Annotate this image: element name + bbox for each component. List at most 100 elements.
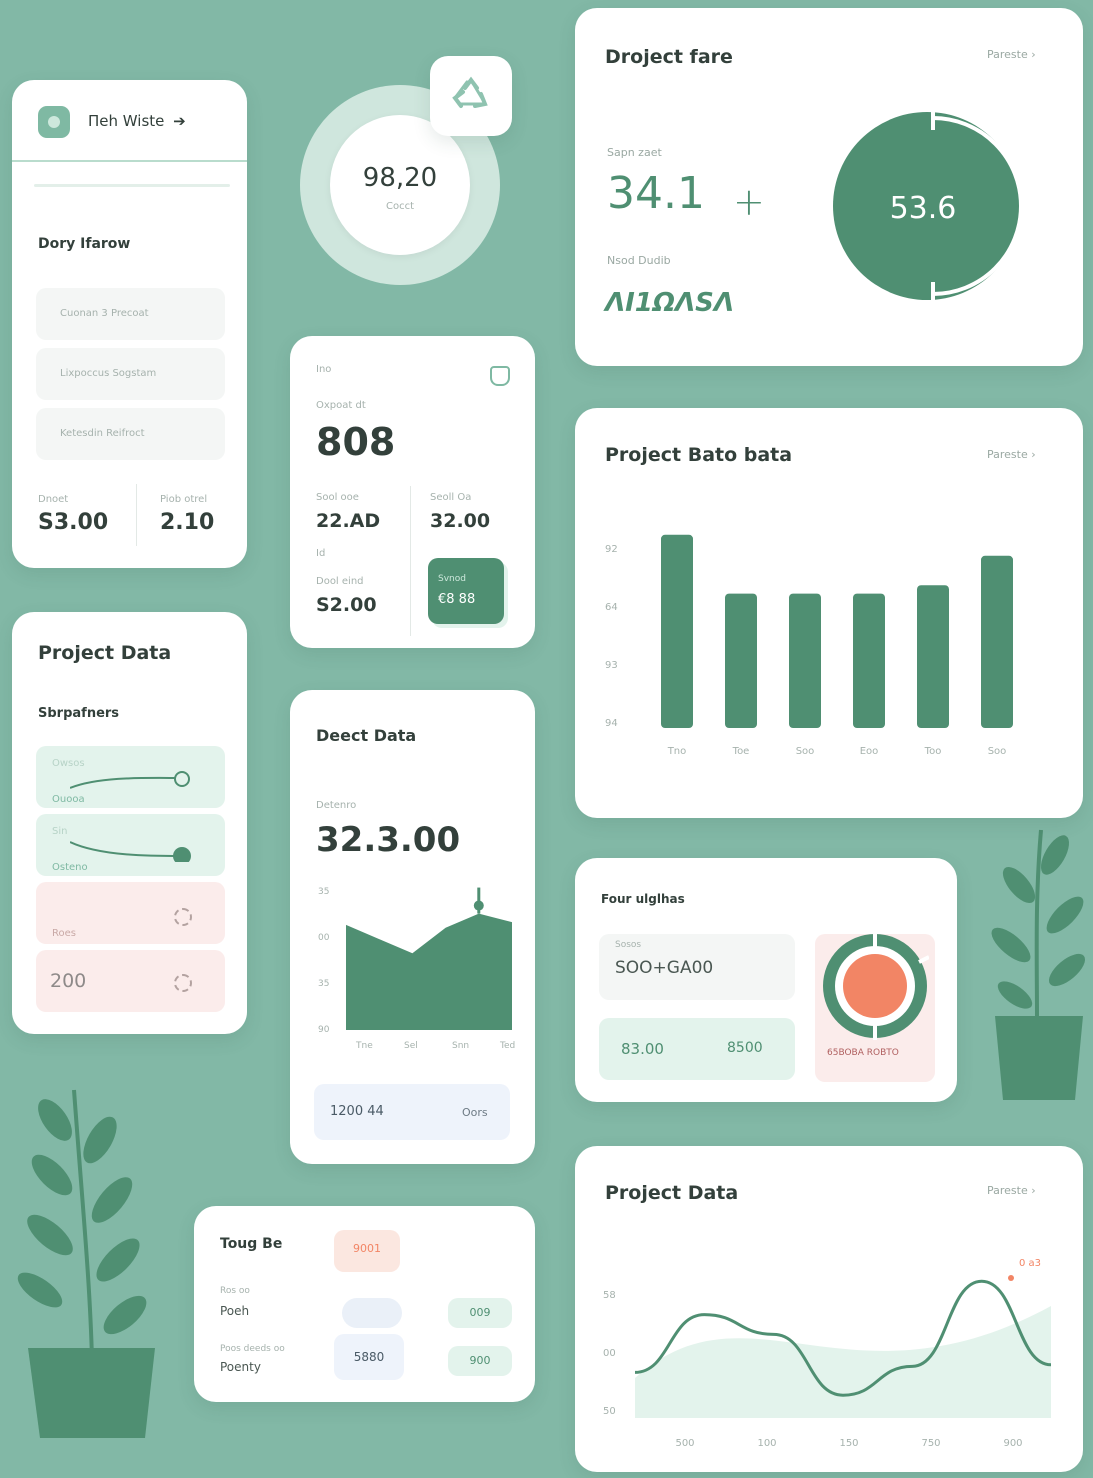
- card-link[interactable]: Pareste ›: [987, 1184, 1036, 1197]
- slider-row[interactable]: Sin Osteno: [36, 814, 225, 876]
- x-tick-label: Ted: [499, 1041, 515, 1051]
- y-tick-label: 35: [318, 887, 329, 897]
- bar[interactable]: [661, 534, 693, 728]
- card-title: Droject fare: [605, 46, 733, 68]
- plus-icon: +: [733, 180, 765, 224]
- option-row[interactable]: 200: [36, 950, 225, 1012]
- x-tick-label: Too: [924, 746, 942, 757]
- x-tick-label: Sel: [404, 1041, 418, 1051]
- donut-value: 53.6: [890, 191, 957, 226]
- cell-value: 22.AD: [316, 510, 381, 532]
- stat-value: 2.10: [160, 510, 215, 535]
- bar[interactable]: [725, 593, 757, 728]
- x-tick-label: Snn: [452, 1041, 469, 1051]
- slider-track[interactable]: [70, 766, 200, 796]
- row-badge[interactable]: 009: [448, 1298, 512, 1328]
- chevron-right-icon: ›: [1031, 48, 1036, 61]
- y-tick-label: 94: [605, 718, 618, 729]
- ring-label: Cocct: [385, 201, 415, 212]
- user-name-link[interactable]: Пeh Wiste ➔: [88, 112, 186, 130]
- chevron-right-icon: ›: [1031, 1184, 1036, 1197]
- footer-bar[interactable]: 1200 44 Oors: [314, 1084, 510, 1140]
- chevron-right-icon: ➔: [173, 112, 186, 130]
- stat-value: S3.00: [38, 510, 109, 535]
- list-item[interactable]: Lixpoccus Sogstam: [36, 348, 225, 400]
- bar[interactable]: [917, 585, 949, 728]
- top-badge[interactable]: 9001: [334, 1230, 400, 1272]
- x-tick-label: 150: [839, 1438, 858, 1449]
- y-tick-label: 50: [603, 1406, 616, 1417]
- cell-label: Seoll Oa: [430, 492, 472, 503]
- bar[interactable]: [789, 593, 821, 728]
- shield-icon[interactable]: [490, 366, 510, 386]
- metric-value: 32.3.00: [316, 820, 461, 860]
- x-tick-label: 500: [675, 1438, 694, 1449]
- bar[interactable]: [853, 593, 885, 728]
- toug-card: Toug Be 9001 Ros oo Poeh 009 Poos deeds …: [194, 1206, 535, 1402]
- value-box[interactable]: Sosos SOO+GA00: [599, 934, 795, 1000]
- plant-illustration-right: [991, 829, 1086, 1100]
- metric-value-secondary: ΛΙ1ΩΛSΛ: [605, 288, 734, 318]
- metric-label: Sapn zaet: [607, 146, 662, 159]
- row-badge[interactable]: 900: [448, 1346, 512, 1376]
- x-tick-label: Toe: [732, 746, 750, 757]
- cog-icon: [174, 974, 192, 992]
- wave-chart-card: Project Data Pareste › 0 a3 58 00 50 500 100…: [575, 1146, 1083, 1472]
- x-tick-label: 100: [757, 1438, 776, 1449]
- list-item[interactable]: Ketesdin Reifroct: [36, 408, 225, 460]
- section-title: Dory Ifarow: [38, 236, 131, 252]
- card-subtitle: Sbrpafners: [38, 706, 120, 721]
- y-tick-label: 64: [605, 602, 618, 613]
- recycle-button[interactable]: [430, 56, 512, 136]
- card-link[interactable]: Pareste ›: [987, 448, 1036, 461]
- x-tick-label: Eoo: [860, 746, 879, 757]
- slider-track[interactable]: [70, 832, 200, 862]
- cell-label: Dool eind: [316, 576, 364, 587]
- y-tick-label: 93: [605, 660, 618, 671]
- card-title: Project Bato bata: [605, 444, 793, 466]
- user-name: Пeh Wiste: [88, 112, 165, 130]
- y-tick-label: 90: [318, 1025, 330, 1035]
- four-metrics-card: Four ulglhas Sosos SOO+GA00 83.00 8500 6…: [575, 858, 957, 1102]
- card-link[interactable]: Pareste ›: [987, 48, 1036, 61]
- card-tag: Ino: [316, 364, 332, 375]
- y-tick-label: 00: [318, 933, 330, 943]
- cog-icon: [174, 908, 192, 926]
- list-item[interactable]: Cuonan 3 Precoat: [36, 288, 225, 340]
- blob-badge[interactable]: [342, 1298, 402, 1328]
- divider: [12, 160, 247, 162]
- metric-value: 34.1: [607, 168, 705, 219]
- user-avatar[interactable]: [38, 106, 70, 138]
- slider-row[interactable]: Owsos Ouooa: [36, 746, 225, 808]
- option-row[interactable]: Roes: [36, 882, 225, 944]
- x-tick-label: 900: [1003, 1438, 1022, 1449]
- donut-panel[interactable]: 65BOBA ROBTO: [815, 932, 935, 1082]
- y-tick-label: 92: [605, 544, 618, 555]
- x-tick-label: Tne: [355, 1041, 373, 1051]
- card-title: Deect Data: [316, 726, 417, 745]
- donut-chart: 53.6: [833, 112, 1023, 300]
- peak-point[interactable]: [473, 900, 484, 911]
- area-chart: 35 00 35 90 Tne Sel Snn Ted: [318, 887, 515, 1051]
- bar[interactable]: [981, 555, 1013, 728]
- area-fill: [346, 913, 512, 1030]
- mid-badge[interactable]: 5880: [334, 1334, 404, 1380]
- recycle-icon: [452, 76, 488, 108]
- cell-tag: Id: [316, 548, 326, 559]
- annotation-point[interactable]: [1008, 1275, 1014, 1281]
- y-tick-label: 58: [603, 1290, 616, 1301]
- x-tick-label: Soo: [796, 746, 815, 757]
- divider-soft: [34, 184, 230, 187]
- value-badge[interactable]: Svnod €8 88: [428, 558, 504, 624]
- value-box-green[interactable]: 83.00 8500: [599, 1018, 795, 1080]
- x-tick-label: Soo: [988, 746, 1007, 757]
- cell-value: 32.00: [430, 510, 491, 532]
- metric-label: Detenro: [316, 800, 357, 811]
- ring-donut-chart: [823, 932, 929, 1040]
- metrics-card: Ino Oxpoat dt 808 Sool ooe 22.AD Seoll O…: [290, 336, 535, 648]
- cell-label: Sool ooe: [316, 492, 359, 503]
- ring-value: 98,20: [362, 163, 438, 193]
- metric-label: Oxpoat dt: [316, 400, 366, 411]
- y-tick-label: 00: [603, 1348, 616, 1359]
- wave-chart: 58 00 50 500 100 150 750 900: [603, 1275, 1052, 1449]
